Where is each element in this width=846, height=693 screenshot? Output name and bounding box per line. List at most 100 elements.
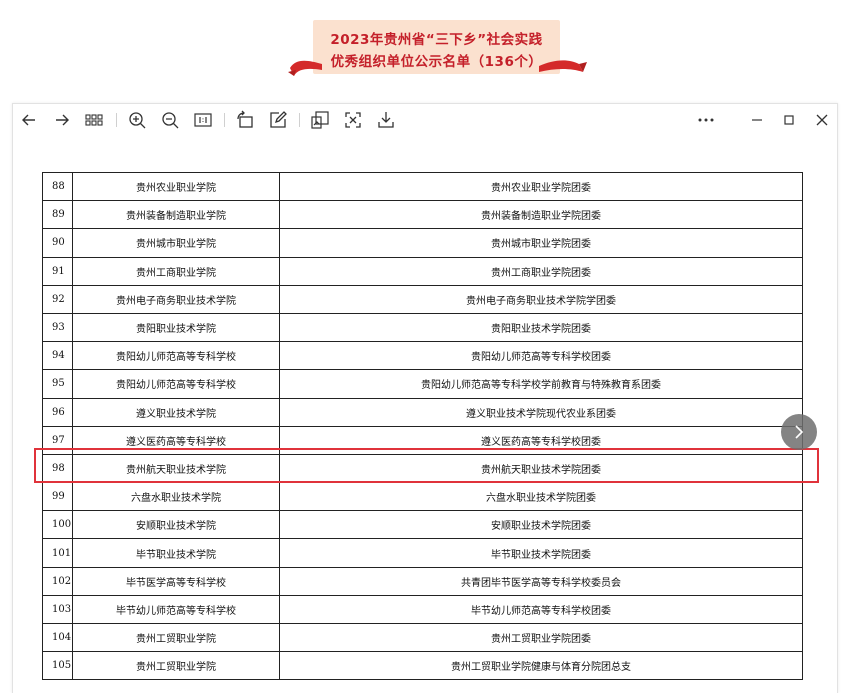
maximize-icon[interactable] [779,110,799,130]
organization-unit: 共青团毕节医学高等专科学校委员会 [279,566,803,596]
rotate-icon[interactable] [235,110,255,130]
viewer-toolbar [13,104,837,136]
edit-icon[interactable] [268,110,288,130]
row-number: 100 [42,510,73,540]
table-row: 92 贵州电子商务职业技术学院 贵州电子商务职业技术学院学团委 [42,284,803,314]
ribbon-right-decoration [539,60,587,72]
row-number: 105 [42,651,73,681]
row-number: 96 [42,397,73,427]
title-banner: 2023年贵州省“三下乡”社会实践 优秀组织单位公示名单（136个） [313,20,560,74]
organization-unit: 贵州城市职业学院团委 [279,228,803,258]
school-name: 贵州航天职业技术学院 [72,453,280,484]
fullscreen-icon[interactable] [343,110,363,130]
organization-unit: 贵州农业职业学院团委 [279,171,803,202]
row-number: 103 [42,594,73,625]
arrow-right-icon[interactable] [52,110,72,130]
table-row: 90 贵州城市职业学院 贵州城市职业学院团委 [42,228,803,258]
zoom-out-icon[interactable] [160,110,180,130]
more-icon[interactable] [696,110,716,130]
table-row: 101 毕节职业技术学院 毕节职业技术学院团委 [42,538,803,568]
banner-title-line1: 2023年贵州省“三下乡”社会实践 [330,32,543,48]
row-number: 92 [42,284,73,314]
row-number: 94 [42,341,73,371]
school-name: 贵州工贸职业学院 [72,651,280,681]
table-row: 104 贵州工贸职业学院 贵州工贸职业学院团委 [42,622,803,653]
row-number: 97 [42,425,73,455]
row-number: 99 [42,482,73,512]
table-row: 98 贵州航天职业技术学院 贵州航天职业技术学院团委 [42,453,803,484]
download-icon[interactable] [376,110,396,130]
school-name: 六盘水职业技术学院 [72,482,280,512]
table-row: 100 安顺职业技术学院 安顺职业技术学院团委 [42,510,803,540]
table-row: 94 贵阳幼儿师范高等专科学校 贵阳幼儿师范高等专科学校团委 [42,341,803,371]
chevron-right-icon [795,425,804,439]
organization-unit: 毕节幼儿师范高等专科学校团委 [279,594,803,625]
organization-unit: 贵州工贸职业学院团委 [279,622,803,653]
table-row: 96 遵义职业技术学院 遵义职业技术学院现代农业系团委 [42,397,803,427]
row-number: 95 [42,369,73,399]
copy-image-icon[interactable] [310,110,330,130]
toolbar-divider [224,113,225,127]
organization-unit: 贵州工贸职业学院健康与体育分院团总支 [279,651,803,681]
organization-unit: 贵州航天职业技术学院团委 [279,453,803,484]
row-number: 101 [42,538,73,568]
school-name: 毕节职业技术学院 [72,538,280,568]
table-row: 99 六盘水职业技术学院 六盘水职业技术学院团委 [42,482,803,512]
banner-title-line2: 优秀组织单位公示名单（136个） [330,54,543,70]
organization-list-table: 88 贵州农业职业学院 贵州农业职业学院团委 89 贵州装备制造职业学院 贵州装备制造职业… [42,171,803,681]
table-row: 91 贵州工商职业学院 贵州工商职业学院团委 [42,256,803,286]
image-viewer-window: 88 贵州农业职业学院 贵州农业职业学院团委 89 贵州装备制造职业学院 贵州装备制造职业… [12,103,838,693]
organization-unit: 贵州电子商务职业技术学院学团委 [279,284,803,314]
school-name: 贵州城市职业学院 [72,228,280,258]
arrow-left-icon[interactable] [19,110,39,130]
school-name: 遵义医药高等专科学校 [72,425,280,455]
school-name: 遵义职业技术学院 [72,397,280,427]
school-name: 贵州农业职业学院 [72,171,280,202]
row-number: 91 [42,256,73,286]
organization-unit: 毕节职业技术学院团委 [279,538,803,568]
toolbar-divider [299,113,300,127]
school-name: 安顺职业技术学院 [72,510,280,540]
table-row: 88 贵州农业职业学院 贵州农业职业学院团委 [42,171,803,202]
toolbar-divider [116,113,117,127]
row-number: 102 [42,566,73,596]
table-row: 93 贵阳职业技术学院 贵阳职业技术学院团委 [42,312,803,343]
school-name: 贵州装备制造职业学院 [72,200,280,230]
actual-size-icon[interactable] [193,110,213,130]
row-number: 93 [42,312,73,343]
zoom-in-icon[interactable] [127,110,147,130]
organization-unit: 贵州装备制造职业学院团委 [279,200,803,230]
organization-unit: 贵阳幼儿师范高等专科学校学前教育与特殊教育系团委 [279,369,803,399]
close-icon[interactable] [812,110,832,130]
row-number: 88 [42,171,73,202]
school-name: 贵州电子商务职业技术学院 [72,284,280,314]
school-name: 贵阳幼儿师范高等专科学校 [72,369,280,399]
grid-icon[interactable] [84,110,104,130]
organization-unit: 六盘水职业技术学院团委 [279,482,803,512]
organization-unit: 遵义医药高等专科学校团委 [279,425,803,455]
school-name: 毕节幼儿师范高等专科学校 [72,594,280,625]
organization-unit: 贵阳职业技术学院团委 [279,312,803,343]
school-name: 贵州工贸职业学院 [72,622,280,653]
school-name: 贵州工商职业学院 [72,256,280,286]
row-number: 98 [42,453,73,484]
table-row: 103 毕节幼儿师范高等专科学校 毕节幼儿师范高等专科学校团委 [42,594,803,625]
table-row: 102 毕节医学高等专科学校 共青团毕节医学高等专科学校委员会 [42,566,803,596]
organization-unit: 贵阳幼儿师范高等专科学校团委 [279,341,803,371]
organization-unit: 安顺职业技术学院团委 [279,510,803,540]
minimize-icon[interactable] [747,110,767,130]
table-row: 105 贵州工贸职业学院 贵州工贸职业学院健康与体育分院团总支 [42,651,803,681]
school-name: 贵阳幼儿师范高等专科学校 [72,341,280,371]
row-number: 89 [42,200,73,230]
table-row: 89 贵州装备制造职业学院 贵州装备制造职业学院团委 [42,200,803,230]
table-row: 95 贵阳幼儿师范高等专科学校 贵阳幼儿师范高等专科学校学前教育与特殊教育系团委 [42,369,803,399]
organization-unit: 遵义职业技术学院现代农业系团委 [279,397,803,427]
organization-unit: 贵州工商职业学院团委 [279,256,803,286]
row-number: 104 [42,622,73,653]
row-number: 90 [42,228,73,258]
school-name: 毕节医学高等专科学校 [72,566,280,596]
school-name: 贵阳职业技术学院 [72,312,280,343]
ribbon-left-decoration [288,60,322,76]
next-image-button[interactable] [781,414,817,450]
table-row: 97 遵义医药高等专科学校 遵义医药高等专科学校团委 [42,425,803,455]
